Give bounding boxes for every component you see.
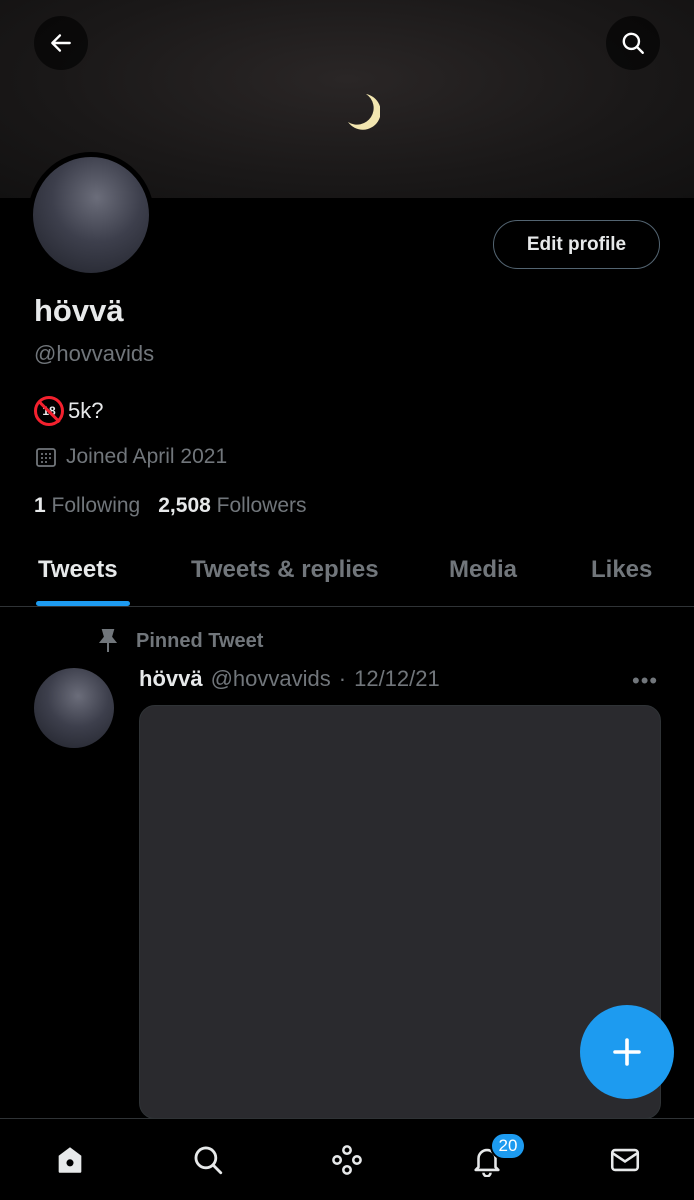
search-button[interactable] — [606, 16, 660, 70]
arrow-left-icon — [51, 34, 71, 52]
tab-media[interactable]: Media — [449, 556, 517, 584]
search-icon — [194, 1146, 223, 1175]
nav-search[interactable] — [189, 1141, 227, 1179]
no-one-under-18-icon: 18 — [34, 396, 64, 426]
bottom-nav — [0, 1118, 694, 1200]
active-tab-indicator — [36, 601, 130, 606]
tweet-author-handle: @hovvavids — [210, 666, 331, 691]
following-link[interactable]: 1 Following — [34, 494, 140, 518]
tweet-author-name[interactable]: hövvä — [139, 666, 203, 692]
pinned-label: Pinned Tweet — [136, 629, 264, 652]
following-label: Following — [51, 494, 141, 517]
compose-tweet-button[interactable] — [580, 1005, 674, 1099]
profile-handle: @hovvavids — [34, 341, 155, 366]
followers-label: Followers — [216, 494, 307, 517]
pinned-indicator: Pinned Tweet — [96, 628, 263, 654]
profile-tabs: Tweets Tweets & replies Media Likes — [0, 545, 694, 607]
search-icon — [622, 32, 644, 54]
tab-likes[interactable]: Likes — [591, 556, 652, 584]
pin-icon — [98, 629, 118, 652]
edit-profile-button[interactable]: Edit profile — [493, 220, 660, 269]
nav-communities[interactable] — [328, 1141, 366, 1179]
profile-bio: 18 5k? — [34, 396, 103, 426]
tweet-header: hövvä @hovvavids · 12/12/21 — [139, 666, 440, 692]
home-icon — [58, 1147, 82, 1173]
tweet-date[interactable]: 12/12/21 — [354, 666, 440, 692]
followers-count: 2,508 — [158, 494, 211, 517]
profile-avatar[interactable] — [28, 152, 154, 278]
followers-link[interactable]: 2,508 Followers — [158, 494, 306, 518]
nav-home[interactable] — [51, 1141, 89, 1179]
back-button[interactable] — [34, 16, 88, 70]
plus-icon — [613, 1038, 641, 1066]
tweet-avatar[interactable] — [34, 668, 114, 748]
tab-tweets[interactable]: Tweets — [38, 556, 118, 584]
joined-text: Joined April 2021 — [66, 445, 228, 468]
bio-text: 5k? — [68, 398, 104, 423]
calendar-icon — [36, 448, 56, 467]
tweet-separator: · — [338, 666, 347, 691]
follow-stats: 1 Following 2,508 Followers — [34, 494, 307, 518]
nav-messages[interactable] — [606, 1141, 644, 1179]
moon-image — [348, 94, 380, 130]
more-options-icon[interactable]: ••• — [632, 668, 658, 694]
mail-icon — [610, 1148, 640, 1172]
notifications-badge: 20 — [490, 1132, 526, 1160]
joined-date: Joined April 2021 — [34, 445, 227, 469]
profile-name: hövvä — [34, 293, 124, 328]
communities-icon — [332, 1145, 362, 1175]
following-count: 1 — [34, 494, 46, 517]
tab-tweets-replies[interactable]: Tweets & replies — [191, 556, 379, 584]
